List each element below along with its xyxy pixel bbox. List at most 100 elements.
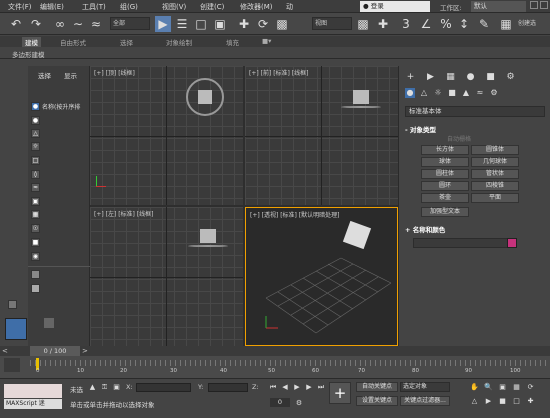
modify-tab-icon[interactable]: ▶	[425, 72, 436, 83]
select-scale-icon[interactable]: ▩	[274, 16, 290, 32]
bind-space-warp-icon[interactable]: ≈	[88, 16, 104, 32]
utilities-tab-icon[interactable]: ⚙	[505, 72, 516, 83]
lights-icon[interactable]: ☼	[433, 88, 443, 98]
hidden-filter-icon[interactable]	[31, 270, 40, 279]
plane-button[interactable]: 平面	[471, 193, 519, 203]
object-name-input[interactable]	[413, 238, 513, 248]
tab-populate[interactable]: 填充	[226, 37, 239, 47]
box-button[interactable]: 长方体	[421, 145, 469, 155]
y-coord-input[interactable]	[208, 383, 248, 392]
lock-selection-icon[interactable]: ⚿	[100, 383, 109, 392]
geometry-icon[interactable]: ●	[405, 88, 415, 98]
tab-freeform[interactable]: 自由形式	[60, 37, 86, 47]
workspace-dropdown[interactable]: 默认	[471, 1, 526, 12]
viewport-front[interactable]: [+] [前] [标准] [线框]	[245, 66, 398, 205]
walk-through-icon[interactable]: ▶	[484, 397, 493, 406]
next-frame-icon[interactable]: ▶	[304, 382, 314, 392]
pan-view-icon[interactable]: ✚	[526, 397, 535, 406]
teapot-button[interactable]: 茶壶	[421, 193, 469, 203]
geosphere-button[interactable]: 几何球体	[471, 157, 519, 167]
cameras-filter-icon[interactable]: □	[31, 156, 40, 165]
torus-button[interactable]: 圆环	[421, 181, 469, 191]
display-tab-icon[interactable]: ■	[485, 72, 496, 83]
menu-views[interactable]: 视图(V)	[162, 2, 186, 12]
tube-button[interactable]: 管状体	[471, 169, 519, 179]
shapes-icon[interactable]: △	[419, 88, 429, 98]
viewcube-icon[interactable]	[186, 78, 224, 116]
maxscript-listener[interactable]	[4, 384, 62, 398]
spinner-snap-icon[interactable]: ↕	[456, 16, 472, 32]
viewcube-icon[interactable]	[200, 229, 216, 243]
viewport-layouts-button[interactable]	[5, 318, 27, 340]
select-move-icon[interactable]: ✚	[236, 16, 252, 32]
selected-object-dropdown[interactable]: 选定对象	[400, 382, 450, 392]
x-coord-input[interactable]	[136, 383, 191, 392]
cylinder-button[interactable]: 圆柱体	[421, 169, 469, 179]
next-frame-icon[interactable]: >	[82, 347, 88, 355]
primitive-type-dropdown[interactable]: 标准基本体	[405, 106, 545, 117]
xrefs-filter-icon[interactable]: ▦	[31, 210, 40, 219]
polygon-modeling-label[interactable]: 多边形建模	[12, 49, 45, 59]
ribbon-options-icon[interactable]: ■▾	[262, 37, 271, 45]
go-to-end-icon[interactable]: ⏭	[316, 382, 326, 392]
tab-object-paint[interactable]: 对象绘制	[166, 37, 192, 47]
isolate-icon[interactable]: ▲	[88, 383, 97, 392]
edit-named-selections-icon[interactable]: ✎	[476, 16, 492, 32]
window-crossing-icon[interactable]: ▣	[212, 16, 228, 32]
viewport-label[interactable]: [+] [顶] [线框]	[94, 68, 135, 77]
select-manipulate-icon[interactable]: ✚	[375, 16, 391, 32]
tab-selection[interactable]: 选择	[120, 37, 133, 47]
text-plus-button[interactable]: 加强型文本	[421, 207, 469, 217]
warps-filter-icon[interactable]: ≈	[31, 183, 40, 192]
named-selection-sets-icon[interactable]: ▦	[498, 16, 514, 32]
cone-button[interactable]: 圆锥体	[471, 145, 519, 155]
menu-group[interactable]: 组(G)	[120, 2, 138, 12]
percent-snap-icon[interactable]: %	[438, 16, 454, 32]
set-key-button[interactable]: +	[329, 382, 351, 404]
viewport-layout-icon[interactable]	[8, 300, 17, 309]
login-dropdown[interactable]: ● 登录	[360, 1, 430, 12]
helpers-filter-icon[interactable]: ◊	[31, 170, 40, 179]
motion-tab-icon[interactable]: ●	[465, 72, 476, 83]
tab-display[interactable]: 显示	[64, 70, 77, 80]
select-object-icon[interactable]: ▶	[155, 16, 171, 32]
zoom-all-icon[interactable]: ▣	[498, 383, 507, 392]
curve-editor-icon[interactable]	[4, 358, 20, 372]
prev-frame-icon[interactable]: <	[2, 347, 8, 355]
viewport-top[interactable]: [+] [顶] [线框]	[90, 66, 243, 205]
rect-selection-icon[interactable]: □	[193, 16, 209, 32]
link-icon[interactable]: ∞	[52, 16, 68, 32]
viewport-label[interactable]: [+] [前] [标准] [线框]	[249, 68, 308, 77]
helpers-icon[interactable]: ▲	[461, 88, 471, 98]
viewport-label[interactable]: [+] [左] [标准] [线框]	[94, 209, 153, 218]
reference-coord-dropdown[interactable]: 视图	[312, 17, 352, 30]
select-by-name-icon[interactable]: ☰	[174, 16, 190, 32]
name-column-header[interactable]: 名称(按升序排	[42, 102, 80, 111]
redo-icon[interactable]: ↷	[28, 16, 44, 32]
maxscript-label[interactable]: MAXScript 迷	[4, 399, 62, 409]
viewport-left[interactable]: [+] [左] [标准] [线框]	[90, 207, 243, 346]
bones-filter-icon[interactable]: ☉	[31, 224, 40, 233]
tab-select[interactable]: 选择	[38, 70, 51, 80]
time-slider-handle[interactable]: 0 / 100	[30, 346, 80, 356]
viewport-label[interactable]: [+] [透视] [标准] [默认明暗处理]	[250, 210, 339, 219]
explorer-filter-icon[interactable]: ●	[31, 102, 40, 111]
set-key-label-button[interactable]: 设置关键点	[356, 396, 398, 406]
geometry-filter-icon[interactable]: ●	[31, 116, 40, 125]
containers-filter-icon[interactable]: ■	[31, 238, 40, 247]
menu-modifiers[interactable]: 修改器(M)	[240, 2, 273, 12]
current-frame-input[interactable]: 0	[270, 398, 290, 407]
autogrid-checkbox[interactable]: 自动栅格	[447, 134, 471, 143]
close-icon[interactable]	[540, 1, 548, 9]
explorer-scroll-icon[interactable]	[44, 318, 54, 328]
lights-filter-icon[interactable]: ☼	[31, 142, 40, 151]
menu-file[interactable]: 文件(F)	[8, 2, 32, 12]
object-color-swatch[interactable]	[507, 238, 517, 248]
transform-mode-icon[interactable]: ▣	[112, 383, 121, 392]
snaps-toggle-icon[interactable]: 3	[398, 16, 414, 32]
zoom-extents-icon[interactable]: ▦	[512, 383, 521, 392]
menu-tools[interactable]: 工具(T)	[82, 2, 106, 12]
track-bar[interactable]: 0 10 20 30 40 50 60 70 80 90 100	[0, 356, 550, 378]
angle-snap-icon[interactable]: ∠	[418, 16, 434, 32]
select-rotate-icon[interactable]: ⟳	[255, 16, 271, 32]
